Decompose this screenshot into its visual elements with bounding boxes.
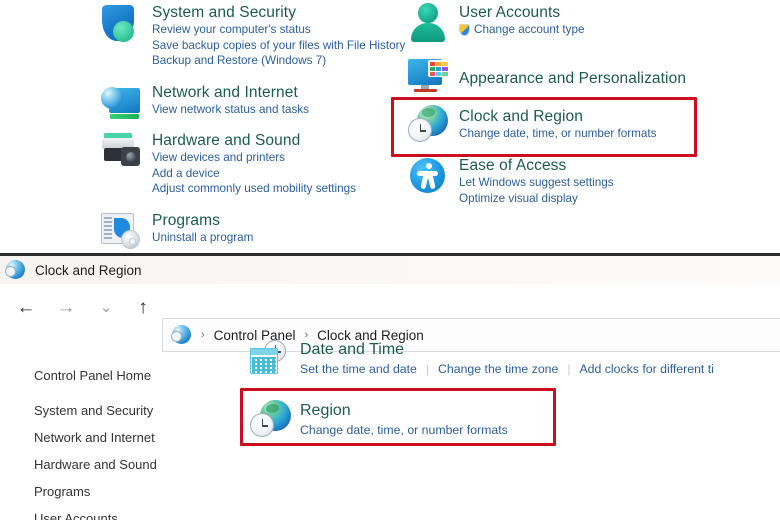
window-sidebar: Control Panel Home System and Security N…	[0, 330, 236, 520]
link-change-the-time-zone[interactable]: Change the time zone	[438, 362, 558, 376]
category-text: Network and Internet View network status…	[152, 82, 309, 118]
sidebar-item-control-panel-home[interactable]: Control Panel Home	[34, 368, 151, 383]
category-link[interactable]: View devices and printers	[152, 150, 356, 166]
category-link[interactable]: Let Windows suggest settings	[459, 175, 614, 191]
appearance-monitor-icon	[405, 55, 451, 99]
sidebar-item-system-and-security[interactable]: System and Security	[34, 403, 153, 418]
clock-globe-icon	[5, 260, 26, 280]
section-title-date-and-time[interactable]: Date and Time	[300, 340, 780, 360]
category-user-accounts[interactable]: User Accounts Change account type	[405, 2, 584, 46]
category-text: Clock and Region Change date, time, or n…	[459, 103, 656, 142]
category-link[interactable]: Review your computer's status	[152, 22, 405, 38]
window-titlebar: Clock and Region	[0, 256, 780, 284]
up-arrow-icon[interactable]: ↑	[130, 294, 156, 320]
category-clock-and-region[interactable]: Clock and Region Change date, time, or n…	[405, 103, 656, 147]
programs-icon	[98, 210, 144, 254]
category-programs[interactable]: Programs Uninstall a program	[98, 210, 253, 254]
category-link[interactable]: Change account type	[459, 22, 584, 38]
sidebar-item-hardware-and-sound[interactable]: Hardware and Sound	[34, 457, 157, 472]
category-network-and-internet[interactable]: Network and Internet View network status…	[98, 82, 309, 126]
clock-and-region-window: Clock and Region ← → ⌄ ↑ › Control Panel…	[0, 256, 780, 520]
category-link[interactable]: Optimize visual display	[459, 191, 614, 207]
tile-grid	[428, 60, 449, 77]
back-arrow-icon[interactable]: ←	[13, 294, 39, 320]
category-link[interactable]: View network status and tasks	[152, 102, 309, 118]
link-divider: |	[567, 362, 571, 376]
shield-icon	[98, 2, 144, 46]
ease-of-access-icon	[405, 155, 451, 199]
category-link-label: Change account type	[474, 23, 585, 36]
category-title[interactable]: Network and Internet	[152, 83, 309, 102]
category-text: System and Security Review your computer…	[152, 2, 405, 69]
category-link[interactable]: Backup and Restore (Windows 7)	[152, 53, 405, 69]
category-text: Hardware and Sound View devices and prin…	[152, 130, 356, 197]
category-text: User Accounts Change account type	[459, 2, 584, 38]
category-link[interactable]: Save backup copies of your files with Fi…	[152, 38, 405, 54]
category-title[interactable]: Programs	[152, 211, 253, 230]
section-text: Date and Time Set the time and date | Ch…	[300, 340, 780, 376]
window-content: Date and Time Set the time and date | Ch…	[236, 330, 780, 520]
section-title-region[interactable]: Region	[300, 401, 508, 421]
category-ease-of-access[interactable]: Ease of Access Let Windows suggest setti…	[405, 155, 614, 206]
link-add-clocks-for-different-time-zones[interactable]: Add clocks for different ti	[579, 362, 713, 376]
category-title[interactable]: Clock and Region	[459, 107, 656, 126]
user-person-icon	[405, 2, 451, 46]
forward-arrow-icon[interactable]: →	[53, 294, 79, 320]
category-link[interactable]: Adjust commonly used mobility settings	[152, 181, 356, 197]
category-title[interactable]: Appearance and Personalization	[459, 69, 686, 88]
section-text: Region Change date, time, or number form…	[300, 401, 508, 437]
category-text: Appearance and Personalization	[459, 55, 686, 88]
category-hardware-and-sound[interactable]: Hardware and Sound View devices and prin…	[98, 130, 356, 197]
clock-globe-icon	[405, 103, 451, 147]
link-divider: |	[425, 362, 430, 376]
sidebar-item-programs[interactable]: Programs	[34, 484, 90, 499]
screenshot-root: System and Security Review your computer…	[0, 0, 780, 520]
navigation-bar: ← → ⌄ ↑ › Control Panel › Clock and Regi…	[0, 284, 780, 352]
uac-shield-icon	[459, 24, 470, 36]
window-title: Clock and Region	[35, 262, 142, 278]
printer-icon	[98, 130, 144, 174]
category-system-and-security[interactable]: System and Security Review your computer…	[98, 2, 405, 69]
control-panel-categories-pane: System and Security Review your computer…	[0, 0, 780, 255]
category-title[interactable]: System and Security	[152, 3, 405, 22]
category-text: Programs Uninstall a program	[152, 210, 253, 246]
category-link[interactable]: Uninstall a program	[152, 230, 253, 246]
sidebar-item-user-accounts[interactable]: User Accounts	[34, 511, 118, 520]
calendar-clock-icon	[250, 340, 292, 378]
category-title[interactable]: Hardware and Sound	[152, 131, 356, 150]
sidebar-item-network-and-internet[interactable]: Network and Internet	[34, 430, 155, 445]
link-set-the-time-and-date[interactable]: Set the time and date	[300, 362, 417, 376]
link-change-date-time-or-number-formats[interactable]: Change date, time, or number formats	[300, 423, 508, 437]
category-appearance-and-personalization[interactable]: Appearance and Personalization	[405, 55, 686, 99]
region-globe-clock-icon	[250, 400, 294, 440]
category-title[interactable]: User Accounts	[459, 3, 584, 22]
category-title[interactable]: Ease of Access	[459, 156, 614, 175]
category-text: Ease of Access Let Windows suggest setti…	[459, 155, 614, 206]
category-link[interactable]: Change date, time, or number formats	[459, 126, 656, 142]
network-globe-monitor-icon	[98, 82, 144, 126]
section-links: Set the time and date | Change the time …	[300, 362, 780, 376]
chevron-down-icon[interactable]: ⌄	[93, 294, 119, 320]
category-link[interactable]: Add a device	[152, 166, 356, 182]
